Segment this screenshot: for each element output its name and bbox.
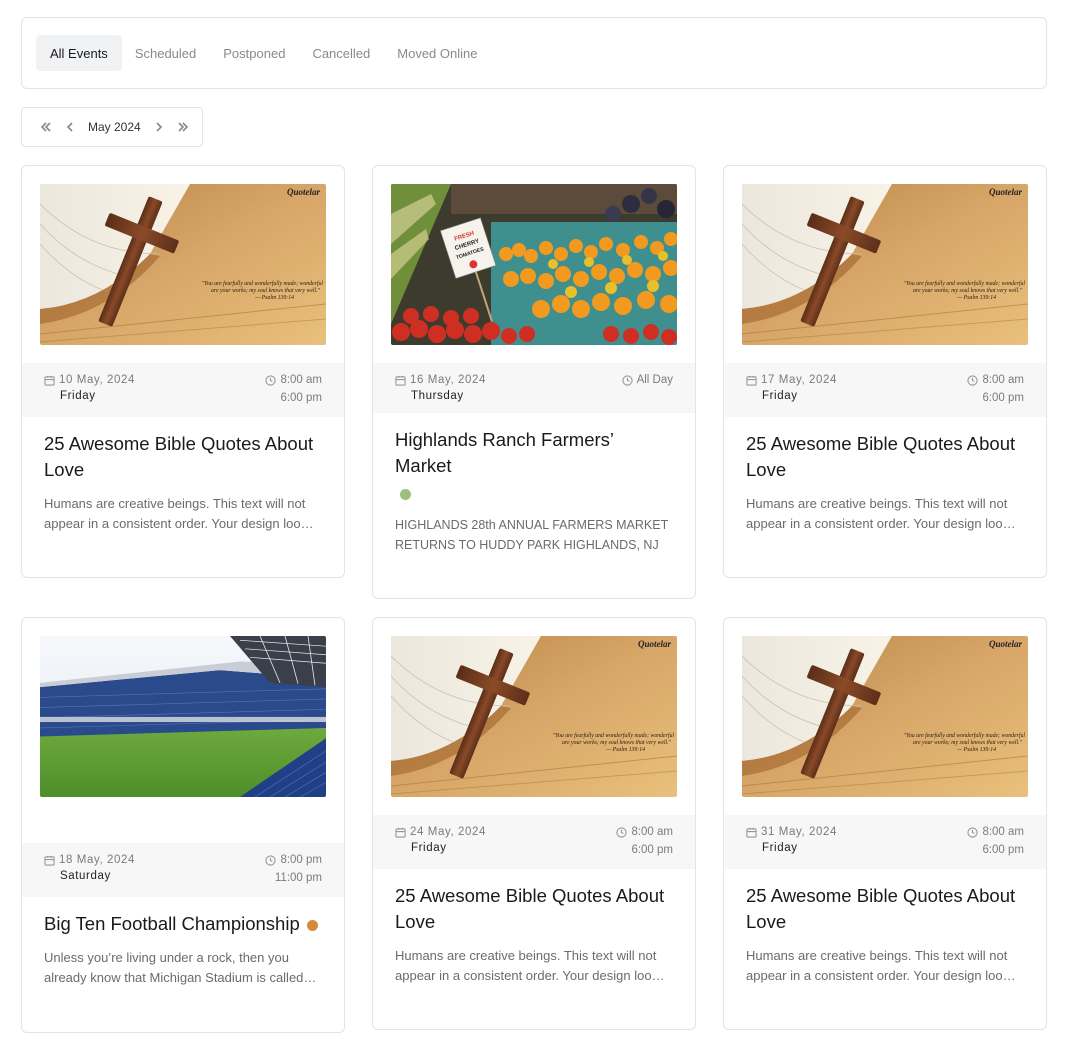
event-date: 10 May, 2024 <box>59 374 136 386</box>
event-end-time: 11:00 pm <box>274 872 322 884</box>
tab-postponed[interactable]: Postponed <box>209 35 299 71</box>
football-stadium-image[interactable] <box>40 636 326 797</box>
prev-month-button[interactable] <box>58 115 82 139</box>
event-start-time: 8:00 am <box>982 374 1024 386</box>
event-day: Thursday <box>411 390 464 402</box>
clock-icon <box>967 374 979 386</box>
svg-text:"You are fearfully and wonderf: "You are fearfully and wonderfully made;… <box>904 280 1026 287</box>
event-end-time: 6:00 pm <box>982 392 1024 404</box>
event-meta: 18 May, 2024 Saturday 8:00 pm 11:00 pm <box>22 843 344 897</box>
event-date: 31 May, 2024 <box>761 826 838 838</box>
chevron-left-icon <box>66 122 73 132</box>
event-card[interactable]: Quotelar "You are fearfully and wonderfu… <box>723 617 1047 1030</box>
tab-cancelled[interactable]: Cancelled <box>298 35 384 71</box>
event-title[interactable]: 25 Awesome Bible Quotes About Love <box>746 431 1026 482</box>
quotelar-logo: Quotelar <box>638 639 672 649</box>
svg-text:— Psalm 139:14: — Psalm 139:14 <box>605 746 645 753</box>
double-chevron-right-icon <box>178 122 188 132</box>
event-meta: 16 May, 2024 Thursday All Day <box>373 363 695 413</box>
next-month-button[interactable] <box>147 115 171 139</box>
status-dot <box>306 919 318 931</box>
event-start-time: 8:00 am <box>982 826 1024 838</box>
event-meta: 10 May, 2024 Friday 8:00 am 6:00 pm <box>22 363 344 417</box>
event-description: HIGHLANDS 28th ANNUAL FARMERS MARKET RET… <box>395 518 668 552</box>
next-year-button[interactable] <box>171 115 195 139</box>
event-description: Humans are creative beings. This text wi… <box>44 496 314 531</box>
bible-cross-quote-image[interactable]: Quotelar "You are fearfully and wonderfu… <box>40 184 326 345</box>
event-meta: 24 May, 2024 Friday 8:00 am 6:00 pm <box>373 815 695 869</box>
svg-text:are your works; my soul knows: are your works; my soul knows that very … <box>913 740 1023 746</box>
clock-icon <box>265 374 277 386</box>
event-end-time: 6:00 pm <box>982 844 1024 856</box>
bible-cross-quote-image[interactable]: Quotelar "You are fearfully and wonderfu… <box>742 636 1028 797</box>
event-start-time: 8:00 am <box>631 826 673 838</box>
event-title[interactable]: 25 Awesome Bible Quotes About Love <box>44 431 324 482</box>
status-dot <box>400 489 411 500</box>
calendar-icon <box>395 375 406 386</box>
prev-year-button[interactable] <box>34 115 58 139</box>
event-meta: 17 May, 2024 Friday 8:00 am 6:00 pm <box>724 363 1046 417</box>
event-day: Friday <box>60 390 96 402</box>
calendar-icon <box>44 375 55 386</box>
month-navigation: May 2024 <box>21 107 203 147</box>
event-card[interactable]: Quotelar "You are fearfully and wonderfu… <box>372 617 696 1030</box>
event-description: Humans are creative beings. This text wi… <box>746 948 1016 983</box>
svg-text:are your works; my soul knows: are your works; my soul knows that very … <box>211 288 321 294</box>
tab-all-events[interactable]: All Events <box>36 35 122 71</box>
event-day: Saturday <box>60 870 111 882</box>
svg-text:— Psalm 139:14: — Psalm 139:14 <box>254 294 294 301</box>
svg-text:are your works; my soul knows: are your works; my soul knows that very … <box>913 288 1023 294</box>
event-title[interactable]: Highlands Ranch Farmers’ Market <box>395 427 635 478</box>
quotelar-logo: Quotelar <box>989 639 1023 649</box>
event-status-filter-bar: All Events Scheduled Postponed Cancelled… <box>21 17 1047 89</box>
current-month-label[interactable]: May 2024 <box>82 120 147 134</box>
event-card[interactable]: 18 May, 2024 Saturday 8:00 pm 11:00 pm B… <box>21 617 345 1033</box>
clock-icon <box>967 826 979 838</box>
calendar-icon <box>395 827 406 838</box>
quotelar-logo: Quotelar <box>287 187 321 197</box>
event-date: 24 May, 2024 <box>410 826 487 838</box>
svg-text:"You are fearfully and wonderf: "You are fearfully and wonderfully made;… <box>202 280 324 287</box>
event-end-time: 6:00 pm <box>631 844 673 856</box>
event-end-time: 6:00 pm <box>280 392 322 404</box>
tab-scheduled[interactable]: Scheduled <box>121 35 210 71</box>
event-description: Unless you’re living under a rock, then … <box>44 950 304 985</box>
clock-icon <box>616 826 628 838</box>
event-start-time: All Day <box>636 374 673 386</box>
event-card[interactable]: FRESH CHERRY TOMATOES 16 May, 2024 Thurs… <box>372 165 696 599</box>
event-description: Humans are creative beings. This text wi… <box>746 496 1016 531</box>
bible-cross-quote-image[interactable]: Quotelar "You are fearfully and wonderfu… <box>742 184 1028 345</box>
clock-icon <box>265 854 277 866</box>
event-meta: 31 May, 2024 Friday 8:00 am 6:00 pm <box>724 815 1046 869</box>
clock-icon <box>621 374 633 386</box>
event-day: Friday <box>762 390 798 402</box>
svg-text:— Psalm 139:14: — Psalm 139:14 <box>956 294 996 301</box>
quotelar-logo: Quotelar <box>989 187 1023 197</box>
svg-text:"You are fearfully and wonderf: "You are fearfully and wonderfully made;… <box>904 732 1026 739</box>
event-title[interactable]: Big Ten Football Championship <box>44 913 300 934</box>
event-date: 17 May, 2024 <box>761 374 838 386</box>
event-title[interactable]: 25 Awesome Bible Quotes About Love <box>746 883 1026 934</box>
svg-text:"You are fearfully and wonderf: "You are fearfully and wonderfully made;… <box>553 732 675 739</box>
event-date: 18 May, 2024 <box>59 854 136 866</box>
tab-moved-online[interactable]: Moved Online <box>383 35 491 71</box>
calendar-icon <box>746 827 757 838</box>
chevron-right-icon <box>156 122 162 132</box>
event-day: Friday <box>762 842 798 854</box>
double-chevron-left-icon <box>40 122 51 132</box>
bible-cross-quote-image[interactable]: Quotelar "You are fearfully and wonderfu… <box>391 636 677 797</box>
event-start-time: 8:00 pm <box>280 854 322 866</box>
event-date: 16 May, 2024 <box>410 374 487 386</box>
svg-text:— Psalm 139:14: — Psalm 139:14 <box>956 746 996 753</box>
calendar-icon <box>44 855 55 866</box>
svg-text:are your works; my soul knows: are your works; my soul knows that very … <box>562 740 672 746</box>
event-day: Friday <box>411 842 447 854</box>
event-title[interactable]: 25 Awesome Bible Quotes About Love <box>395 883 675 934</box>
event-start-time: 8:00 am <box>280 374 322 386</box>
calendar-icon <box>746 375 757 386</box>
event-description: Humans are creative beings. This text wi… <box>395 948 665 983</box>
farmers-market-image[interactable]: FRESH CHERRY TOMATOES <box>391 184 677 345</box>
event-card[interactable]: Quotelar "You are fearfully and wonderfu… <box>21 165 345 578</box>
event-card[interactable]: Quotelar "You are fearfully and wonderfu… <box>723 165 1047 578</box>
